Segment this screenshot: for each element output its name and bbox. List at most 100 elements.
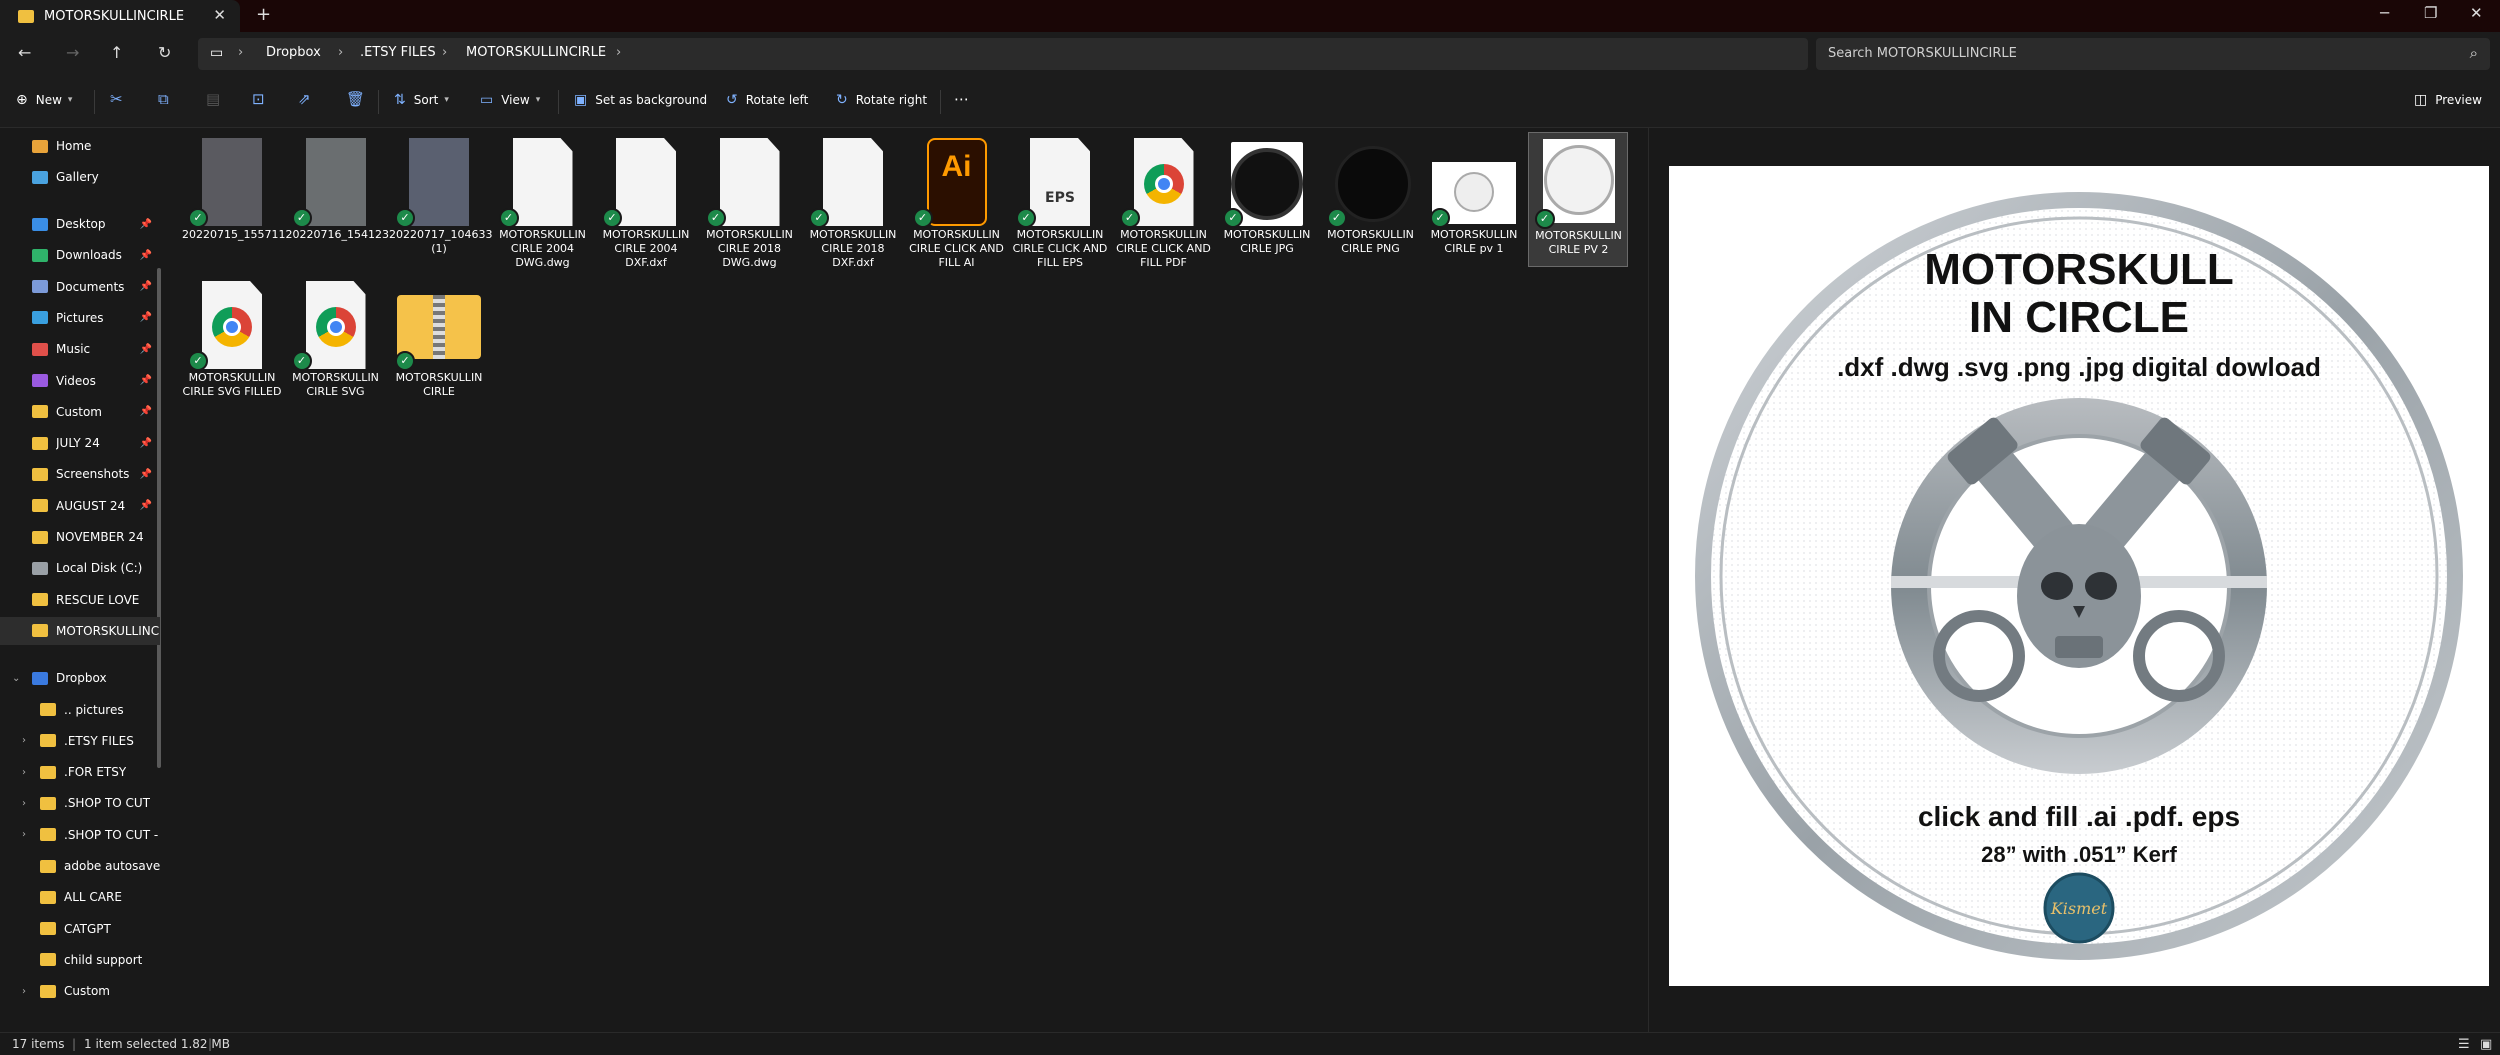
sidebar-item-quick-12[interactable]: RESCUE LOVE: [0, 586, 160, 614]
sidebar-item-quick-10[interactable]: NOVEMBER 24: [0, 523, 160, 551]
file-item[interactable]: ✓ MOTORSKULLIN CIRLE 2018 DXF.dxf: [803, 132, 903, 269]
file-item[interactable]: ✓ MOTORSKULLIN CIRLE JPG: [1217, 132, 1317, 267]
chevron-right-icon[interactable]: ›: [22, 986, 26, 997]
file-item[interactable]: ✓ MOTORSKULLIN CIRLE 2018 DWG.dwg: [700, 132, 800, 269]
sidebar-item-quick-5[interactable]: Videos 📌: [0, 367, 160, 395]
sidebar-item-dropbox-child-0[interactable]: .. pictures: [0, 696, 160, 724]
breadcrumb-current[interactable]: MOTORSKULLINCIRLE: [466, 45, 606, 60]
breadcrumb-separator-icon: ›: [616, 45, 622, 60]
rotate-left-button[interactable]: ↺ Rotate left: [726, 92, 808, 108]
file-item[interactable]: ✓ MOTORSKULLIN CIRLE CLICK AND FILL PDF: [1114, 132, 1214, 269]
more-options-icon[interactable]: ⋯: [954, 90, 969, 108]
sidebar-item-label: Local Disk (C:): [56, 561, 143, 576]
sidebar-item-dropbox-child-7[interactable]: CATGPT: [0, 915, 160, 943]
up-icon[interactable]: ↑: [110, 43, 123, 62]
forward-icon[interactable]: →: [66, 43, 79, 62]
window-tab[interactable]: MOTORSKULLINCIRLE ✕: [0, 0, 240, 32]
sidebar-item-quick-8[interactable]: Screenshots 📌: [0, 460, 160, 488]
sidebar-item-label: .FOR ETSY: [64, 765, 127, 780]
sidebar-item-dropbox-child-3[interactable]: › .SHOP TO CUT: [0, 789, 160, 817]
eps-badge: EPS: [1045, 190, 1075, 206]
sidebar-item-dropbox-child-4[interactable]: › .SHOP TO CUT - (: [0, 821, 160, 849]
address-bar[interactable]: ▭ › Dropbox › .ETSY FILES › MOTORSKULLIN…: [198, 38, 1808, 70]
close-tab-icon[interactable]: ✕: [213, 6, 226, 24]
breadcrumb-separator-icon: ›: [338, 45, 344, 60]
sidebar-item-quick-13[interactable]: MOTORSKULLINCI: [0, 616, 160, 645]
sidebar-item-quick-6[interactable]: Custom 📌: [0, 398, 160, 426]
sidebar-item-quick-1[interactable]: Downloads 📌: [0, 241, 160, 269]
new-tab-icon[interactable]: +: [256, 4, 271, 25]
file-item[interactable]: ✓ MOTORSKULLIN CIRLE 2004 DWG.dwg: [493, 132, 593, 269]
search-icon[interactable]: ⌕: [2470, 44, 2478, 62]
view-button[interactable]: ▭ View ▾: [480, 92, 540, 108]
sidebar-item-label: Gallery: [56, 170, 99, 184]
sidebar-item-quick-2[interactable]: Documents 📌: [0, 273, 160, 301]
file-item[interactable]: ✓ MOTORSKULLIN CIRLE pv 1: [1424, 132, 1524, 267]
search-box[interactable]: Search MOTORSKULLINCIRLE ⌕: [1816, 38, 2490, 70]
cut-icon[interactable]: ✂: [110, 90, 123, 108]
chrome-document-icon: [305, 281, 366, 369]
file-item[interactable]: EPS ✓ MOTORSKULLIN CIRLE CLICK AND FILL EP…: [1010, 132, 1110, 269]
sidebar-item-dropbox-child-9[interactable]: › Custom: [0, 977, 160, 1005]
file-item[interactable]: ✓ MOTORSKULLIN CIRLE PV 2: [1527, 132, 1628, 267]
sidebar-item-quick-4[interactable]: Music 📌: [0, 335, 160, 363]
file-item[interactable]: ✓ MOTORSKULLIN CIRLE SVG FILLED: [182, 275, 282, 410]
toolbar-separator: [94, 90, 95, 114]
sidebar-item-gallery[interactable]: Gallery: [0, 163, 160, 191]
file-item[interactable]: ✓ MOTORSKULLIN CIRLE SVG: [286, 275, 386, 410]
copy-icon[interactable]: ⧉: [158, 90, 169, 108]
sidebar-item-dropbox-child-6[interactable]: ALL CARE: [0, 883, 160, 911]
folder-icon: [40, 765, 56, 779]
sidebar-item-home[interactable]: Home: [0, 132, 160, 160]
details-view-icon[interactable]: ☰: [2458, 1037, 2470, 1052]
preview-pane-button[interactable]: ◫ Preview: [2414, 92, 2482, 108]
chevron-right-icon[interactable]: ›: [22, 735, 26, 746]
file-item[interactable]: ✓ 20220717_104633 (1): [389, 132, 492, 267]
folder-icon: [32, 530, 48, 544]
maximize-icon[interactable]: ❐: [2424, 4, 2437, 22]
file-item[interactable]: ✓ MOTORSKULLIN CIRLE: [389, 275, 489, 410]
sort-button[interactable]: ⇅ Sort ▾: [394, 92, 449, 108]
file-item[interactable]: ✓ 20220716_154123: [286, 132, 389, 267]
minimize-icon[interactable]: ─: [2380, 4, 2389, 22]
breadcrumb-dropbox[interactable]: Dropbox: [266, 45, 321, 60]
sidebar-item-dropbox-child-5[interactable]: adobe autosave: [0, 852, 160, 880]
sidebar-item-quick-9[interactable]: AUGUST 24 📌: [0, 492, 160, 520]
chevron-right-icon[interactable]: ›: [22, 829, 26, 840]
sidebar-item-dropbox-child-8[interactable]: child support: [0, 946, 160, 974]
sidebar-item-dropbox[interactable]: ⌄ Dropbox: [0, 664, 160, 692]
sidebar-item-dropbox-child-1[interactable]: › .ETSY FILES: [0, 727, 160, 755]
breadcrumb-etsy-files[interactable]: .ETSY FILES: [360, 45, 436, 60]
sidebar-item-quick-11[interactable]: Local Disk (C:): [0, 554, 160, 582]
rotate-right-button[interactable]: ↻ Rotate right: [836, 92, 927, 108]
tab-title: MOTORSKULLINCIRLE: [44, 8, 185, 24]
file-name: MOTORSKULLIN CIRLE 2004 DWG.dwg: [499, 228, 586, 269]
image-thumbnail: [1542, 139, 1615, 223]
new-button[interactable]: ⊕ New ▾: [16, 92, 72, 108]
chevron-right-icon[interactable]: ›: [22, 767, 26, 778]
sidebar-item-quick-3[interactable]: Pictures 📌: [0, 304, 160, 332]
tiles-view-icon[interactable]: ▣: [2480, 1037, 2492, 1052]
rename-icon[interactable]: ⊡: [252, 90, 265, 108]
file-item[interactable]: ✓ MOTORSKULLIN CIRLE PNG: [1321, 132, 1421, 267]
file-item[interactable]: ✓ 20220715_155711: [182, 132, 285, 267]
refresh-icon[interactable]: ↻: [158, 43, 171, 62]
set-background-button[interactable]: ▣ Set as background: [574, 92, 707, 108]
sidebar-item-quick-0[interactable]: Desktop 📌: [0, 210, 160, 238]
folder-icon: [40, 953, 56, 967]
chevron-down-icon[interactable]: ⌄: [12, 673, 20, 684]
delete-icon[interactable]: 🗑: [346, 90, 365, 108]
illustrator-badge: Ai: [941, 150, 972, 183]
chevron-right-icon[interactable]: ›: [22, 798, 26, 809]
folder-icon: [40, 734, 56, 748]
file-item[interactable]: ✓ MOTORSKULLIN CIRLE 2004 DXF.dxf: [596, 132, 696, 269]
share-icon[interactable]: ⇗: [298, 90, 311, 108]
sidebar-item-quick-7[interactable]: JULY 24 📌: [0, 429, 160, 457]
back-icon[interactable]: ←: [18, 43, 31, 62]
sidebar-item-label: Documents: [56, 279, 125, 294]
close-window-icon[interactable]: ✕: [2470, 4, 2483, 22]
paste-icon[interactable]: ▤: [206, 90, 220, 108]
sidebar-item-label: Custom: [56, 404, 102, 419]
sidebar-item-dropbox-child-2[interactable]: › .FOR ETSY: [0, 758, 160, 786]
file-item[interactable]: Ai ✓ MOTORSKULLIN CIRLE CLICK AND FILL AI: [907, 132, 1007, 269]
